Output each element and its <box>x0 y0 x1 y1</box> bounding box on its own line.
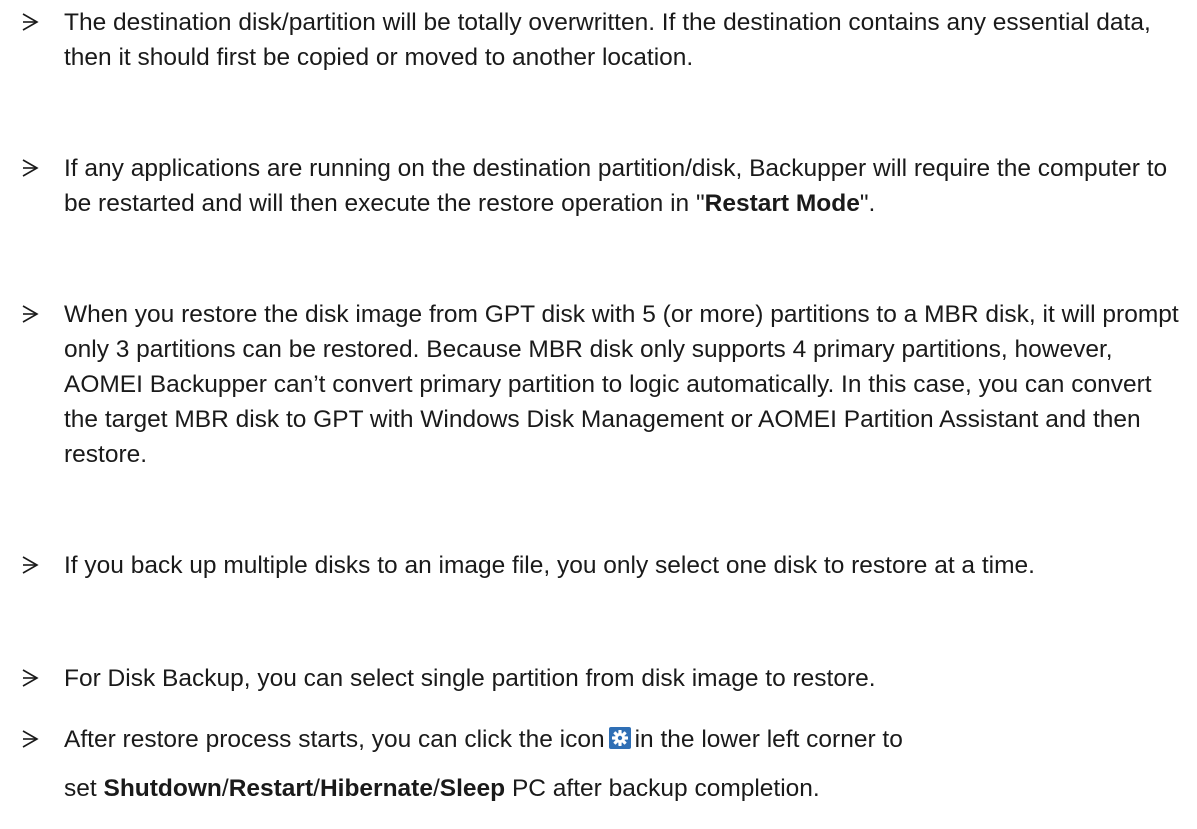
arrow-bullet-icon <box>22 556 39 574</box>
separator: / <box>221 775 229 802</box>
arrow-bullet-icon <box>22 730 39 748</box>
note-text: If you back up multiple disks to an imag… <box>64 552 1035 579</box>
note-text-part: set <box>64 775 97 802</box>
restart-mode-label: Restart Mode <box>704 190 860 217</box>
sleep-label: Sleep <box>439 775 506 802</box>
note-text: The destination disk/partition will be t… <box>64 9 1151 71</box>
arrow-bullet-icon <box>22 13 39 31</box>
shutdown-label: Shutdown <box>103 775 222 802</box>
note-text: set Shutdown/Restart/Hibernate/Sleep PC … <box>64 771 820 806</box>
arrow-bullet-icon <box>22 159 39 177</box>
gear-icon <box>608 727 631 749</box>
arrow-bullet-icon <box>22 305 39 323</box>
note-text: For Disk Backup, you can select single p… <box>64 665 876 692</box>
note-text: If any applications are running on the d… <box>64 151 1190 221</box>
note-text-part: After restore process starts, you can cl… <box>64 726 605 753</box>
note-text: After restore process starts, you can cl… <box>64 722 903 757</box>
note-text-part: in the lower left corner to <box>634 726 903 753</box>
hibernate-label: Hibernate <box>319 775 433 802</box>
separator: / <box>432 775 440 802</box>
note-text-part: PC after backup completion. <box>511 775 820 802</box>
note-text: When you restore the disk image from GPT… <box>64 301 1179 468</box>
separator: / <box>313 775 320 802</box>
restart-label: Restart <box>228 775 314 802</box>
note-text-part: If any applications are running on the d… <box>64 155 1168 217</box>
note-text-part: ". <box>859 190 876 217</box>
arrow-bullet-icon <box>22 669 39 687</box>
